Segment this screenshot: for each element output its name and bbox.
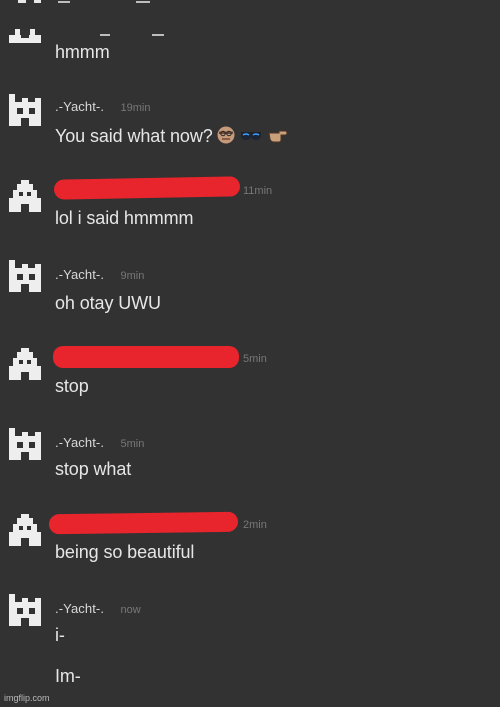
timestamp: 2min (243, 519, 267, 531)
chat-message: .-Yacht-. 5min stop what (0, 426, 500, 490)
pixel-avatar-icon[interactable] (9, 514, 41, 546)
username-link[interactable]: .-Yacht-. (55, 435, 104, 450)
timestamp: now (120, 604, 141, 616)
message-text: Im- (55, 666, 81, 686)
message-text: oh otay UWU (55, 293, 161, 313)
watermark: imgflip.com (4, 693, 50, 703)
chat-message: hmmm (0, 0, 500, 68)
chat-log: hmmm .-Yacht-. 19min You said what now? … (0, 0, 500, 707)
message-meta: .-Yacht-. 9min (55, 266, 144, 284)
redacted-author-fragment (136, 1, 150, 3)
avatar-top-fragment (18, 0, 26, 3)
pixel-avatar-icon[interactable] (9, 594, 41, 626)
redacted-username (48, 511, 239, 535)
message-meta: .-Yacht-. 5min (55, 434, 144, 452)
message-text: i- (55, 625, 65, 645)
chat-message: .-Yacht-. now i- Im- (0, 592, 500, 692)
pointing-hand-emoji-icon (266, 125, 288, 150)
pixel-avatar-icon[interactable] (9, 348, 41, 380)
chat-message: 2min being so beautiful (0, 510, 500, 572)
message-text: You said what now? (55, 125, 288, 150)
username-link[interactable]: .-Yacht-. (55, 267, 104, 282)
username-link[interactable]: .-Yacht-. (55, 99, 104, 114)
username-link[interactable]: .-Yacht-. (55, 601, 104, 616)
message-text: being so beautiful (55, 542, 195, 562)
message-text: lol i said hmmmm (55, 208, 194, 228)
redacted-author-fragment (58, 1, 70, 3)
timestamp: 19min (120, 102, 151, 114)
redacted-username (53, 176, 241, 200)
pixel-avatar-icon[interactable] (9, 180, 41, 212)
chat-message: 5min stop (0, 344, 500, 406)
chat-message: .-Yacht-. 19min You said what now? (0, 92, 500, 156)
redacted-author-fragment (100, 34, 110, 36)
message-meta: .-Yacht-. now (55, 600, 141, 618)
timestamp: 5min (243, 353, 267, 365)
timestamp: 5min (120, 438, 145, 450)
redacted-author-fragment (152, 34, 164, 36)
chat-message: .-Yacht-. 9min oh otay UWU (0, 258, 500, 322)
man-face-emoji-icon (216, 125, 236, 150)
chat-message: 11min lol i said hmmmm (0, 176, 500, 238)
redacted-username (53, 346, 239, 368)
pixel-avatar-icon[interactable] (9, 29, 41, 43)
message-body: You said what now? (55, 126, 213, 146)
timestamp: 9min (120, 270, 145, 282)
pixel-avatar-icon[interactable] (9, 428, 41, 460)
message-text: stop (55, 376, 89, 396)
message-text: stop what (55, 459, 132, 479)
avatar-top-fragment (34, 0, 41, 3)
message-meta: .-Yacht-. 19min (55, 98, 150, 116)
pixel-avatar-icon[interactable] (9, 260, 41, 292)
timestamp: 11min (243, 185, 273, 197)
pixel-avatar-icon[interactable] (9, 94, 41, 126)
sunglasses-emoji-icon (239, 125, 263, 150)
message-text: hmmm (55, 42, 110, 62)
